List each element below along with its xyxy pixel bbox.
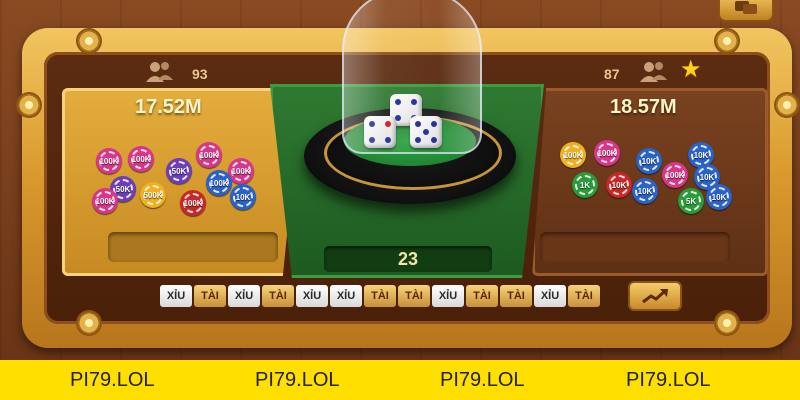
footer-label: PI79.LOL (255, 368, 340, 391)
chip: 10K (706, 184, 732, 210)
history-item-tai: TÀI (500, 285, 532, 307)
people-icon (146, 62, 173, 82)
right-player-count: 87 (604, 66, 620, 82)
chip: 100K (594, 140, 620, 166)
chip: 100K (180, 190, 206, 216)
history-item-tai: TÀI (194, 285, 226, 307)
trend-button[interactable] (630, 283, 680, 309)
footer-label: PI79.LOL (70, 368, 155, 391)
history-item-xiu: XỈU (534, 285, 566, 307)
footer-banner: PI79.LOL PI79.LOL PI79.LOL PI79.LOL (0, 360, 800, 400)
history-item-xiu: XỈU (228, 285, 260, 307)
footer-label: PI79.LOL (440, 368, 525, 391)
glass-dome (342, 0, 482, 154)
history-item-tai: TÀI (568, 285, 600, 307)
history-item-tai: TÀI (364, 285, 396, 307)
chip: 10K (636, 148, 662, 174)
history-item-xiu: XỈU (432, 285, 464, 307)
chip: 1K (572, 172, 598, 198)
history-item-xiu: XỈU (296, 285, 328, 307)
left-player-count: 93 (192, 66, 208, 82)
chip: 100K (662, 162, 688, 188)
chip: 500K (140, 182, 166, 208)
history-item-tai: TÀI (262, 285, 294, 307)
history-item-xiu: XỈU (330, 285, 362, 307)
chip: 100K (96, 148, 122, 174)
chip: 100K (128, 146, 154, 172)
footer-label: PI79.LOL (626, 368, 711, 391)
history-item-xiu: XỈU (160, 285, 192, 307)
left-bet-input[interactable] (108, 232, 278, 262)
frame-ornament (18, 94, 40, 116)
star-icon: ★ (680, 56, 702, 83)
chip: 50K (166, 158, 192, 184)
chat-icon (735, 1, 757, 14)
history-item-tai: TÀI (398, 285, 430, 307)
result-history: XỈU TÀI XỈU TÀI XỈU XỈU TÀI TÀI XỈU TÀI … (160, 285, 600, 307)
frame-ornament (776, 94, 798, 116)
chip: 100K (196, 142, 222, 168)
frame-ornament (716, 30, 738, 52)
chip: 10K (606, 172, 632, 198)
frame-ornament (78, 312, 100, 334)
chat-button[interactable] (720, 0, 772, 20)
chip: 10K (632, 178, 658, 204)
chip: 100K (560, 142, 586, 168)
chip: 10K (230, 184, 256, 210)
chip: 100K (92, 188, 118, 214)
chip: 100K (206, 170, 232, 196)
history-item-tai: TÀI (466, 285, 498, 307)
chip: 5K (678, 188, 704, 214)
people-icon (640, 62, 667, 82)
frame-ornament (78, 30, 100, 52)
right-bet-input[interactable] (540, 232, 730, 262)
trend-chart-icon (642, 289, 668, 304)
frame-ornament (716, 312, 738, 334)
chip: 100K (228, 158, 254, 184)
dice-total: 23 (324, 246, 492, 272)
right-pot-amount: 18.57M (610, 96, 677, 118)
left-pot-amount: 17.52M (135, 96, 202, 118)
